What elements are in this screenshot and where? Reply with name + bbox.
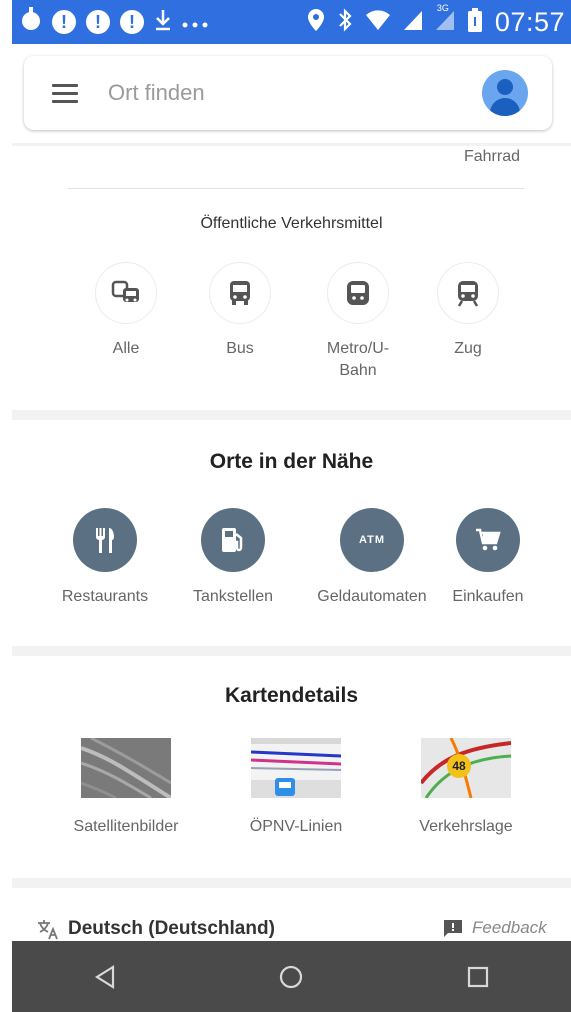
feedback-link[interactable]: Feedback (442, 918, 547, 938)
nearby-gas-stations-button[interactable]: Tankstellen (178, 508, 288, 608)
transit-heading: Öffentliche Verkehrsmittel (200, 215, 383, 232)
nearby-atm-label: Geldautomaten (317, 588, 427, 605)
avatar[interactable] (482, 70, 528, 116)
search-input[interactable] (106, 79, 450, 107)
nearby-restaurants-button[interactable]: Restaurants (50, 508, 160, 608)
atm-icon: ATM (358, 534, 385, 546)
location-icon (307, 8, 325, 37)
transit-all-label: Alle (112, 340, 140, 357)
travel-mode-bike-label[interactable]: Fahrrad (420, 148, 520, 166)
train-icon (457, 281, 479, 307)
nearby-atm-button[interactable]: ATM Geldautomaten (302, 508, 442, 608)
transit-lines-thumbnail (250, 738, 342, 798)
nearby-shopping-button[interactable]: Einkaufen (438, 508, 538, 608)
map-layer-transit-button[interactable]: ÖPNV-Linien (226, 738, 366, 836)
status-time: 07:57 (494, 6, 565, 37)
alert-icon: ! (86, 10, 110, 34)
signal-3g-icon: 3G (435, 3, 455, 36)
satellite-label: Satellitenbilder (73, 818, 179, 835)
touch-icon (20, 6, 42, 38)
language-selector[interactable]: Deutsch (Deutschland) (36, 918, 275, 940)
wifi-icon (365, 9, 391, 36)
divider (12, 410, 571, 420)
language-label: Deutsch (Deutschland) (68, 918, 275, 939)
map-layer-traffic-button[interactable]: 48 Verkehrslage (396, 737, 536, 836)
map-layer-satellite-button[interactable]: Satellitenbilder (56, 736, 196, 836)
status-bar: ! ! ! 3G 07:57 (12, 0, 571, 44)
nearby-heading: Orte in der Nähe (209, 450, 374, 473)
recents-icon[interactable] (466, 965, 490, 989)
shopping-cart-icon (476, 528, 501, 551)
bluetooth-icon (337, 7, 353, 37)
divider (12, 646, 571, 656)
more-icon (182, 10, 208, 34)
nearby-gas-stations-label: Tankstellen (192, 588, 274, 605)
divider (68, 188, 524, 189)
transit-subway-button[interactable]: Metro/U-Bahn (306, 262, 410, 382)
subway-icon (347, 281, 369, 305)
menu-icon[interactable] (52, 83, 80, 103)
divider (12, 143, 571, 146)
back-icon[interactable] (93, 964, 117, 990)
traffic-label: Verkehrslage (419, 818, 513, 835)
gas-station-icon (222, 528, 243, 552)
system-navigation-bar (12, 941, 571, 1012)
divider (12, 878, 571, 888)
feedback-label: Feedback (472, 918, 547, 937)
restaurant-icon (96, 528, 114, 553)
home-icon[interactable] (278, 964, 304, 990)
network-label: 3G (436, 2, 449, 13)
traffic-route-badge: 48 (447, 754, 471, 778)
signal-icon (403, 9, 423, 36)
search-bar (24, 56, 552, 130)
transit-train-button[interactable]: Zug (432, 262, 504, 360)
battery-icon (467, 7, 483, 38)
transit-bus-label: Bus (226, 340, 254, 357)
nearby-restaurants-label: Restaurants (61, 588, 149, 605)
download-icon (154, 8, 172, 37)
transit-lines-label: ÖPNV-Linien (249, 818, 343, 835)
traffic-thumbnail: 48 (419, 737, 512, 799)
transit-bus-button[interactable]: Bus (204, 262, 276, 360)
transit-all-button[interactable]: Alle (90, 262, 162, 360)
map-details-heading: Kartendetails (224, 684, 359, 707)
bus-icon (230, 281, 250, 305)
translate-icon (38, 920, 58, 940)
alert-icon: ! (120, 10, 144, 34)
transit-train-label: Zug (454, 340, 482, 357)
alert-icon: ! (52, 10, 76, 34)
feedback-icon (444, 920, 462, 937)
satellite-thumbnail (80, 736, 173, 800)
transit-subway-label: Metro/U-Bahn (326, 340, 390, 379)
nearby-shopping-label: Einkaufen (452, 588, 524, 605)
transit-all-icon (111, 280, 139, 302)
